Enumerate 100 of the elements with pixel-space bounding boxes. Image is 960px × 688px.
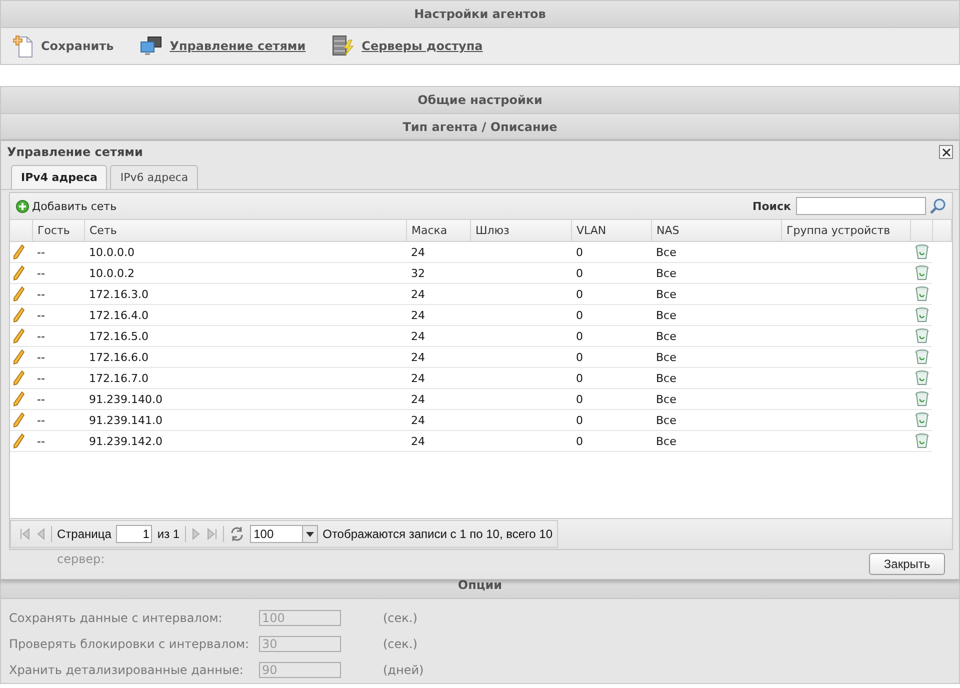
first-page-icon[interactable] [19, 528, 31, 540]
table-cell: 0 [576, 372, 583, 384]
trash-icon[interactable] [915, 265, 929, 281]
table-cell: Все [656, 434, 676, 448]
trash-icon[interactable] [915, 412, 929, 428]
next-page-icon[interactable] [190, 528, 201, 540]
table-cell: 172.16.5.0 [89, 330, 148, 342]
trash-icon[interactable] [915, 433, 929, 449]
table-cell: 172.16.4.0 [89, 308, 148, 322]
field-label: сервер: [57, 552, 105, 566]
column-header[interactable]: NAS [656, 224, 680, 237]
table-cell: Все [656, 266, 676, 280]
table-cell: -- [37, 288, 45, 300]
toolbar-button[interactable]: Управление сетями [140, 36, 306, 56]
pencil-icon[interactable] [13, 328, 25, 344]
table-cell: 24 [411, 308, 425, 322]
close-button[interactable]: Закрыть [869, 553, 945, 575]
caret-icon [306, 532, 314, 536]
table-cell: Все [656, 288, 676, 300]
table-cell: 0 [576, 288, 583, 300]
pencil-icon[interactable] [13, 370, 25, 386]
table-cell: 24 [411, 288, 425, 300]
table-cell: 91.239.141.0 [89, 414, 162, 426]
option-label: Проверять блокировки с интервалом: [9, 637, 250, 652]
section-title: Тип агента / Описание [402, 120, 558, 134]
page-count: из 1 [157, 527, 180, 541]
table-cell: -- [37, 330, 45, 342]
plus-circle-icon [16, 200, 29, 212]
table-cell: 24 [411, 414, 425, 426]
page-input[interactable]: 1 [116, 525, 152, 543]
last-page-icon[interactable] [206, 528, 218, 540]
table-cell: -- [37, 246, 45, 258]
pencil-icon[interactable] [13, 349, 25, 365]
table-cell: -- [37, 308, 45, 322]
table-cell: Все [656, 330, 676, 342]
unit-label: (сек.) [383, 611, 418, 626]
table-cell: 172.16.3.0 [89, 288, 148, 300]
add-network-button[interactable]: Добавить сеть [16, 200, 117, 212]
pencil-icon[interactable] [13, 286, 25, 302]
table-cell: 0 [576, 414, 583, 426]
table-cell: 32 [411, 266, 425, 280]
table-cell: Все [656, 350, 676, 364]
table-cell: 172.16.7.0 [89, 372, 148, 384]
option-label: Хранить детализированные данные: [9, 663, 244, 678]
section-title: Общие настройки [418, 92, 542, 107]
dialog-title: Управление сетями [7, 145, 143, 159]
tab[interactable]: IPv4 адреса [11, 165, 108, 189]
table-cell: 91.239.140.0 [89, 392, 162, 406]
trash-icon[interactable] [915, 349, 929, 365]
table-cell: 24 [411, 392, 425, 406]
search-field[interactable] [796, 197, 926, 215]
tab[interactable]: IPv6 адреса [110, 165, 198, 189]
unit-label: (сек.) [383, 637, 418, 652]
table-cell: 24 [411, 372, 425, 384]
trash-icon[interactable] [915, 391, 929, 407]
table-cell: 24 [411, 350, 425, 364]
table-cell: Все [656, 246, 676, 258]
refresh-icon[interactable] [228, 526, 245, 542]
search-label: Поиск [752, 200, 791, 212]
table-cell: 0 [576, 350, 583, 364]
table-cell: 10.0.0.2 [89, 266, 134, 280]
server-lightning-icon [332, 35, 354, 57]
toolbar-button[interactable]: Серверы доступа [332, 35, 483, 57]
table-cell: -- [37, 350, 45, 364]
pencil-icon[interactable] [13, 433, 25, 449]
document-plus-icon [13, 34, 33, 58]
trash-icon[interactable] [915, 370, 929, 386]
pencil-icon[interactable] [13, 307, 25, 323]
search-icon[interactable] [930, 198, 946, 214]
table-cell: 0 [576, 392, 583, 406]
pencil-icon[interactable] [13, 265, 25, 281]
trash-icon[interactable] [915, 286, 929, 302]
table-cell: Все [656, 392, 676, 406]
table-cell: 10.0.0.0 [89, 246, 134, 258]
option-label: Сохранять данные с интервалом: [9, 611, 224, 626]
trash-icon[interactable] [915, 307, 929, 323]
table-cell: 0 [576, 434, 583, 448]
table-cell: Все [656, 414, 676, 426]
page-size-dropdown[interactable]: 100 [250, 525, 318, 543]
page-title: Настройки агентов [414, 7, 546, 21]
table-cell: -- [37, 372, 45, 384]
previous-page-icon[interactable] [36, 528, 46, 540]
pencil-icon[interactable] [13, 244, 25, 260]
toolbar-button[interactable]: Сохранить [13, 34, 114, 58]
table-cell: 172.16.6.0 [89, 350, 148, 364]
table-cell: -- [37, 434, 45, 448]
table-cell: -- [37, 392, 45, 406]
table-cell: 0 [576, 308, 583, 322]
table-cell: 24 [411, 330, 425, 342]
table-cell: 0 [576, 266, 583, 280]
section-title: Опции [458, 578, 502, 592]
trash-icon[interactable] [915, 328, 929, 344]
records-summary: Отображаются записи с 1 по 10, всего 10 [322, 527, 552, 541]
close-icon[interactable] [939, 145, 953, 159]
pencil-icon[interactable] [13, 412, 25, 428]
pencil-icon[interactable] [13, 391, 25, 407]
table-cell: 0 [576, 330, 583, 342]
column-header[interactable]: Сеть [90, 224, 117, 237]
trash-icon[interactable] [915, 244, 929, 260]
table-cell: -- [37, 266, 45, 280]
